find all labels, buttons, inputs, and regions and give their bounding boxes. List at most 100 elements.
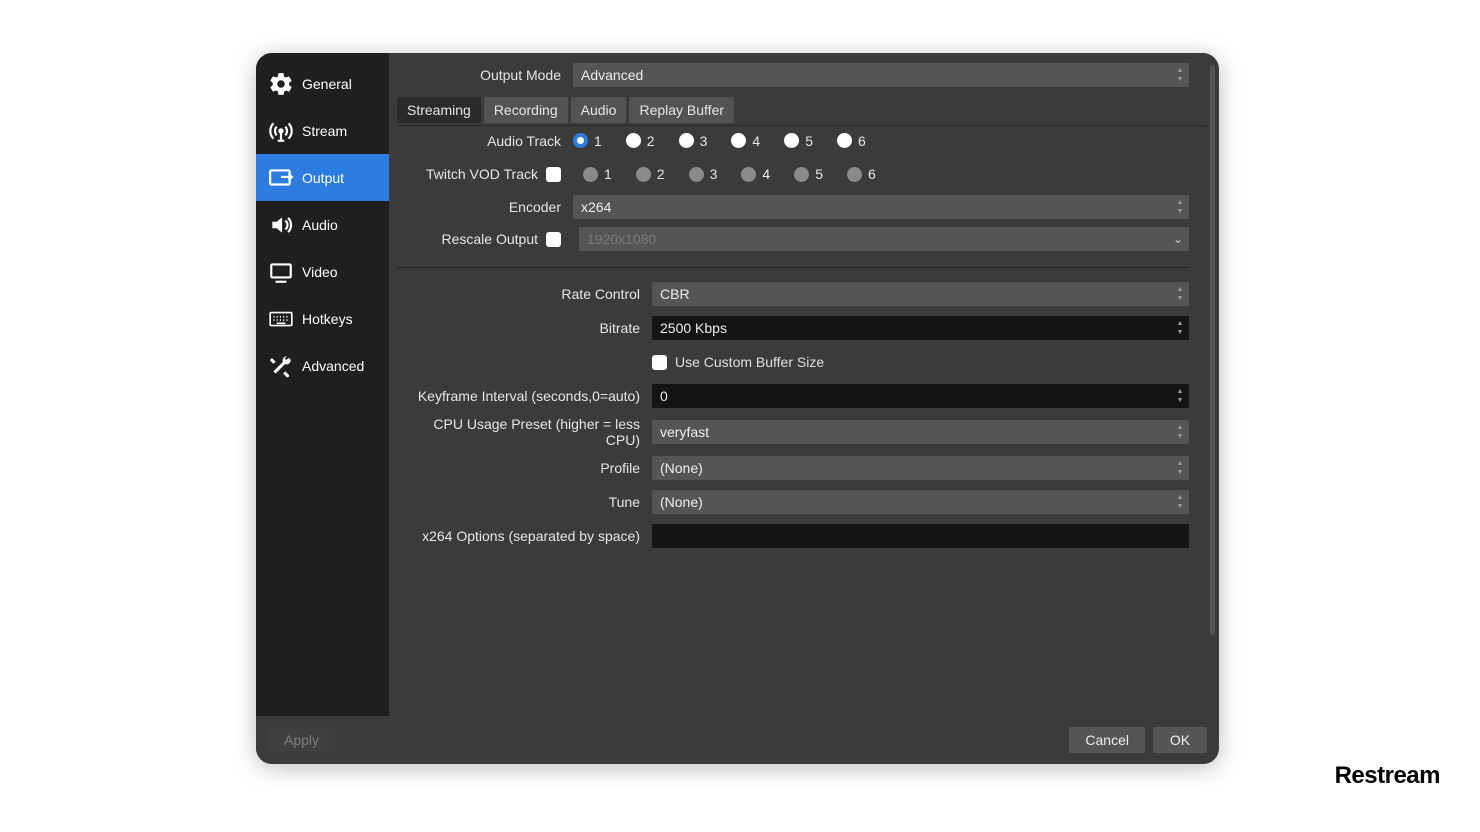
output-mode-value: Advanced: [581, 67, 643, 83]
chevron-down-icon: ⌄: [1173, 232, 1183, 246]
sidebar-item-output[interactable]: Output: [256, 154, 389, 201]
scrollbar[interactable]: [1210, 65, 1215, 635]
custom-buffer-label: Use Custom Buffer Size: [675, 354, 824, 370]
cpu-preset-label: CPU Usage Preset (higher = less CPU): [397, 416, 652, 448]
audio-track-2[interactable]: 2: [626, 133, 655, 149]
tune-label: Tune: [397, 494, 652, 510]
radio-icon: [741, 167, 756, 182]
rescale-checkbox[interactable]: [546, 232, 561, 247]
encoder-label: Encoder: [397, 199, 573, 215]
encoder-value: x264: [581, 199, 611, 215]
antenna-icon: [266, 116, 296, 146]
tools-icon: [266, 351, 296, 381]
sidebar-item-label: Hotkeys: [302, 311, 353, 327]
cpu-preset-value: veryfast: [660, 424, 709, 440]
keyframe-label: Keyframe Interval (seconds,0=auto): [397, 388, 652, 404]
twitch-vod-row: Twitch VOD Track 1 2 3 4 5 6: [397, 159, 1207, 189]
output-mode-row: Output Mode Advanced ▲▼: [397, 61, 1207, 89]
sidebar-item-label: Stream: [302, 123, 347, 139]
sidebar-item-label: Video: [302, 264, 338, 280]
rescale-value: 1920x1080: [587, 231, 656, 247]
keyboard-icon: [266, 304, 296, 334]
dialog-footer: Apply Cancel OK: [256, 716, 1219, 764]
sidebar-item-general[interactable]: General: [256, 60, 389, 107]
audio-track-4[interactable]: 4: [731, 133, 760, 149]
output-mode-select[interactable]: Advanced ▲▼: [573, 63, 1189, 87]
x264-opts-input[interactable]: [652, 524, 1189, 548]
radio-icon: [837, 133, 852, 148]
radio-icon: [583, 167, 598, 182]
radio-icon: [626, 133, 641, 148]
tab-recording[interactable]: Recording: [484, 97, 568, 123]
bitrate-row: Bitrate 2500 Kbps ▲▼: [397, 314, 1189, 342]
bitrate-input[interactable]: 2500 Kbps ▲▼: [652, 316, 1189, 340]
profile-value: (None): [660, 460, 703, 476]
twitch-vod-6[interactable]: 6: [847, 166, 876, 182]
encoder-settings-group: Rate Control CBR ▲▼ Bitrate 2500 Kbps ▲▼: [397, 267, 1189, 566]
twitch-vod-1[interactable]: 1: [583, 166, 612, 182]
sidebar-item-advanced[interactable]: Advanced: [256, 342, 389, 389]
custom-buffer-checkbox[interactable]: [652, 355, 667, 370]
audio-track-label: Audio Track: [397, 133, 573, 149]
radio-icon: [679, 133, 694, 148]
audio-track-5[interactable]: 5: [784, 133, 813, 149]
tab-streaming[interactable]: Streaming: [397, 97, 481, 123]
twitch-vod-5[interactable]: 5: [794, 166, 823, 182]
sidebar-item-video[interactable]: Video: [256, 248, 389, 295]
encoder-select[interactable]: x264 ▲▼: [573, 195, 1189, 219]
radio-icon: [847, 167, 862, 182]
stepper-icon: ▲▼: [1175, 66, 1185, 84]
stepper-icon: ▲▼: [1175, 423, 1185, 441]
rate-control-select[interactable]: CBR ▲▼: [652, 282, 1189, 306]
radio-icon: [731, 133, 746, 148]
stepper-icon: ▲▼: [1175, 459, 1185, 477]
keyframe-value: 0: [660, 388, 668, 404]
rescale-select[interactable]: 1920x1080 ⌄: [579, 227, 1189, 251]
rate-control-row: Rate Control CBR ▲▼: [397, 280, 1189, 308]
audio-track-6[interactable]: 6: [837, 133, 866, 149]
tab-replay-buffer[interactable]: Replay Buffer: [629, 97, 734, 123]
stepper-icon: ▲▼: [1175, 319, 1185, 337]
radio-icon: [794, 167, 809, 182]
sidebar-item-label: Advanced: [302, 358, 364, 374]
encoder-row: Encoder x264 ▲▼: [397, 193, 1207, 221]
content-pane: Output Mode Advanced ▲▼ Streaming Record…: [389, 53, 1219, 716]
stepper-icon: ▲▼: [1175, 285, 1185, 303]
twitch-vod-4[interactable]: 4: [741, 166, 770, 182]
sidebar-item-label: Output: [302, 170, 344, 186]
output-mode-label: Output Mode: [397, 67, 573, 83]
apply-button[interactable]: Apply: [268, 727, 335, 753]
tune-row: Tune (None) ▲▼: [397, 488, 1189, 516]
cancel-button[interactable]: Cancel: [1069, 727, 1145, 753]
sidebar-item-audio[interactable]: Audio: [256, 201, 389, 248]
twitch-vod-3[interactable]: 3: [689, 166, 718, 182]
monitor-icon: [266, 257, 296, 287]
cpu-preset-row: CPU Usage Preset (higher = less CPU) ver…: [397, 416, 1189, 448]
sidebar-item-hotkeys[interactable]: Hotkeys: [256, 295, 389, 342]
audio-track-3[interactable]: 3: [679, 133, 708, 149]
twitch-vod-checkbox[interactable]: [546, 167, 561, 182]
tab-audio[interactable]: Audio: [571, 97, 627, 123]
twitch-vod-2[interactable]: 2: [636, 166, 665, 182]
rate-control-label: Rate Control: [397, 286, 652, 302]
output-icon: [266, 163, 296, 193]
audio-track-1[interactable]: 1: [573, 133, 602, 149]
radio-icon: [689, 167, 704, 182]
stepper-icon: ▲▼: [1175, 493, 1185, 511]
sidebar-item-stream[interactable]: Stream: [256, 107, 389, 154]
output-tabs: Streaming Recording Audio Replay Buffer: [397, 97, 1207, 123]
x264-opts-label: x264 Options (separated by space): [397, 528, 652, 544]
radio-icon: [784, 133, 799, 148]
main-area: General Stream Output Audio: [256, 53, 1219, 716]
tune-select[interactable]: (None) ▲▼: [652, 490, 1189, 514]
ok-button[interactable]: OK: [1153, 727, 1207, 753]
keyframe-input[interactable]: 0 ▲▼: [652, 384, 1189, 408]
tune-value: (None): [660, 494, 703, 510]
sidebar: General Stream Output Audio: [256, 53, 389, 716]
profile-select[interactable]: (None) ▲▼: [652, 456, 1189, 480]
rescale-label: Rescale Output: [442, 231, 539, 247]
audio-track-row: Audio Track 1 2 3 4 5 6: [397, 125, 1207, 155]
cpu-preset-select[interactable]: veryfast ▲▼: [652, 420, 1189, 444]
twitch-vod-label-wrap: Twitch VOD Track: [397, 166, 573, 182]
sidebar-item-label: General: [302, 76, 352, 92]
